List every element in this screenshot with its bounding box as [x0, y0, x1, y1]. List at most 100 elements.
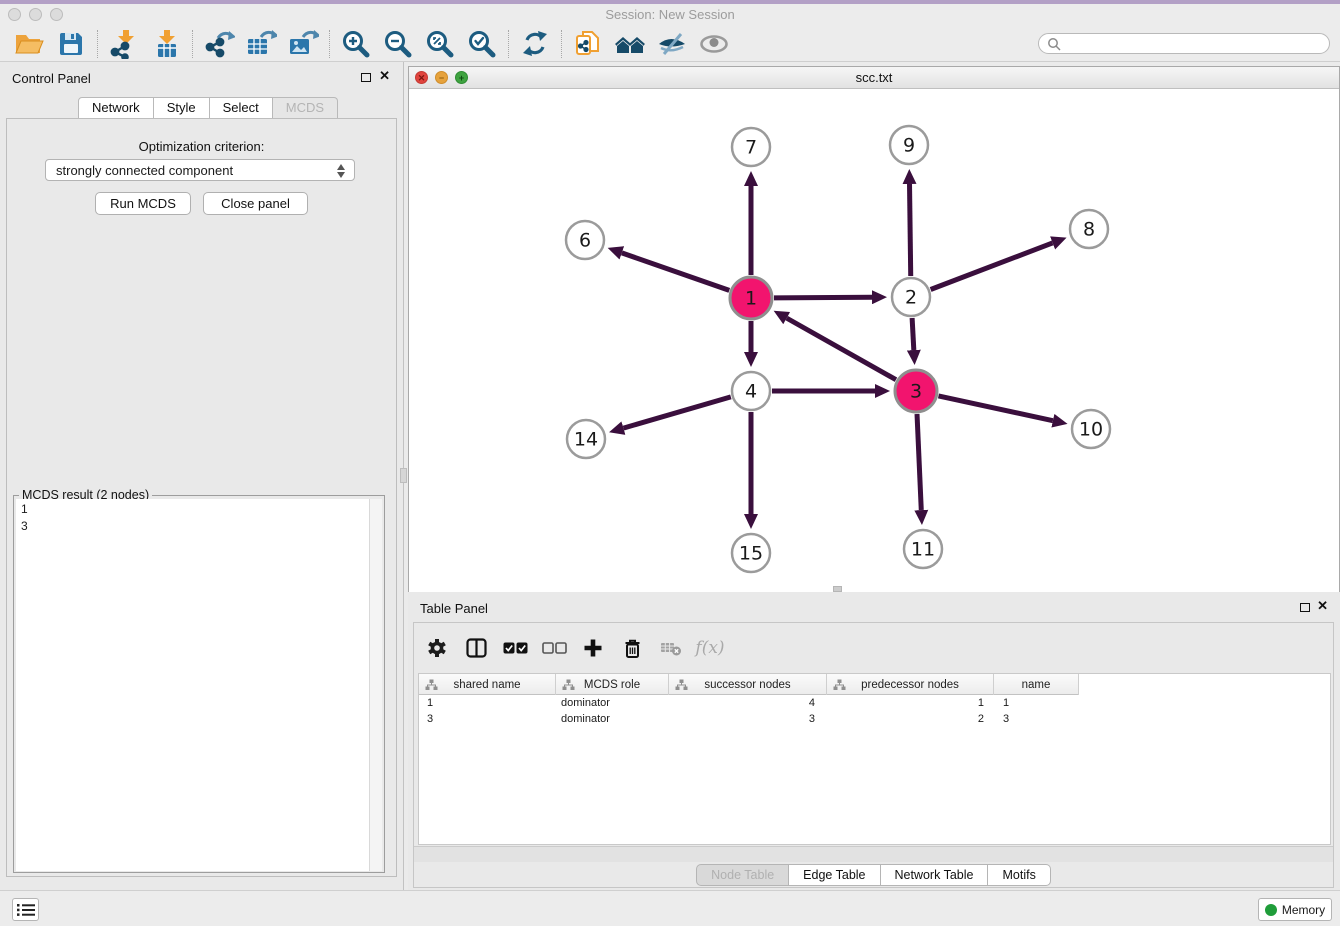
- table-row[interactable]: 1dominator411: [419, 695, 1330, 711]
- import-network-button[interactable]: [103, 28, 145, 60]
- graph-edge-2-3[interactable]: [912, 318, 914, 350]
- memory-label: Memory: [1282, 903, 1325, 917]
- criterion-value: strongly connected component: [56, 163, 233, 178]
- graph-edge-3-1[interactable]: [787, 318, 896, 380]
- zoom-window-button[interactable]: [50, 8, 63, 21]
- first-neighbors-button[interactable]: [609, 28, 651, 60]
- status-bar: Memory: [0, 890, 1340, 926]
- function-builder-button[interactable]: f(x): [699, 638, 721, 658]
- open-session-button[interactable]: [8, 28, 50, 60]
- zoom-fit-icon: [425, 29, 455, 59]
- column-settings-button[interactable]: [426, 638, 448, 658]
- zoom-out-button[interactable]: [377, 28, 419, 60]
- close-network-icon[interactable]: ✕: [415, 71, 428, 84]
- table-cell: 1: [827, 697, 994, 709]
- table-panel-header: Table Panel ✕: [408, 592, 1340, 622]
- delete-row-button[interactable]: [621, 638, 643, 659]
- column-header-predecessor-nodes[interactable]: predecessor nodes: [827, 674, 994, 695]
- criterion-dropdown[interactable]: strongly connected component: [45, 159, 355, 181]
- select-all-button[interactable]: [504, 641, 526, 655]
- node-table: shared name MCDS role successor nodes pr…: [418, 673, 1331, 845]
- graph-node-label: 9: [903, 135, 915, 157]
- network-window-controls[interactable]: ✕ − +: [415, 71, 468, 84]
- deselect-all-button[interactable]: [543, 641, 565, 655]
- tab-network[interactable]: Network: [78, 97, 154, 119]
- tree-icon: [675, 679, 688, 691]
- graph-edge-4-14[interactable]: [623, 397, 730, 428]
- tab-edge-table[interactable]: Edge Table: [789, 864, 880, 886]
- mcds-panel: Optimization criterion: strongly connect…: [6, 118, 397, 877]
- close-window-button[interactable]: [8, 8, 21, 21]
- tab-motifs[interactable]: Motifs: [988, 864, 1050, 886]
- fx-icon: f(x): [695, 638, 724, 658]
- show-all-button[interactable]: [693, 28, 735, 60]
- eye-icon: [699, 32, 729, 56]
- close-panel-button[interactable]: Close panel: [203, 192, 308, 215]
- table-horizontal-scrollbar[interactable]: [414, 846, 1333, 862]
- column-header-successor-nodes[interactable]: successor nodes: [669, 674, 827, 695]
- refresh-view-button[interactable]: [514, 28, 556, 60]
- tab-network-table[interactable]: Network Table: [881, 864, 989, 886]
- toolbar-separator: [508, 30, 509, 58]
- graph-edge-2-8[interactable]: [931, 243, 1053, 290]
- column-header-shared-name[interactable]: shared name: [419, 674, 556, 695]
- zoom-in-button[interactable]: [335, 28, 377, 60]
- graph-edge-1-6[interactable]: [622, 253, 729, 291]
- zoom-fit-button[interactable]: [419, 28, 461, 60]
- panel-splitter-handle[interactable]: [400, 468, 407, 483]
- graph-edge-3-10[interactable]: [938, 396, 1052, 421]
- split-columns-button[interactable]: [465, 638, 487, 658]
- tab-select[interactable]: Select: [210, 97, 273, 119]
- table-tabs: Node Table Edge Table Network Table Moti…: [414, 864, 1333, 886]
- tab-mcds[interactable]: MCDS: [273, 97, 338, 119]
- search-box[interactable]: [1038, 33, 1330, 54]
- result-line: 3: [21, 518, 371, 535]
- graph-edge-2-9[interactable]: [910, 184, 911, 276]
- graph-edge-1-2[interactable]: [774, 297, 872, 298]
- import-network-icon: [109, 29, 139, 59]
- export-image-button[interactable]: [282, 28, 324, 60]
- mcds-result-list[interactable]: 1 3: [16, 499, 371, 871]
- column-header-name[interactable]: name: [994, 674, 1079, 695]
- toolbar-separator: [97, 30, 98, 58]
- table-row[interactable]: 3dominator323: [419, 711, 1330, 727]
- tab-node-table[interactable]: Node Table: [696, 864, 789, 886]
- table-cell: 4: [669, 697, 827, 709]
- run-mcds-button[interactable]: Run MCDS: [95, 192, 191, 215]
- network-canvas[interactable]: 7968124314101511: [409, 89, 1339, 592]
- close-table-panel-icon[interactable]: ✕: [1317, 598, 1328, 614]
- graph-edge-3-11[interactable]: [917, 414, 921, 510]
- float-table-panel-icon[interactable]: [1300, 603, 1310, 612]
- window-controls[interactable]: [8, 8, 63, 21]
- column-label: shared name: [453, 679, 520, 691]
- hide-selected-button[interactable]: [651, 28, 693, 60]
- maximize-network-icon[interactable]: +: [455, 71, 468, 84]
- task-history-button[interactable]: [12, 898, 39, 921]
- import-table-button[interactable]: [145, 28, 187, 60]
- column-header-mcds-role[interactable]: MCDS role: [556, 674, 669, 695]
- tab-style[interactable]: Style: [154, 97, 210, 119]
- graph-node-label: 6: [579, 230, 591, 252]
- delete-table-button[interactable]: [660, 640, 682, 657]
- zoom-selected-button[interactable]: [461, 28, 503, 60]
- network-window-titlebar[interactable]: ✕ − + scc.txt: [409, 67, 1339, 89]
- close-panel-icon[interactable]: ✕: [379, 68, 390, 84]
- memory-button[interactable]: Memory: [1258, 898, 1332, 921]
- float-panel-icon[interactable]: [361, 73, 371, 82]
- control-panel-title: Control Panel: [12, 71, 91, 86]
- tree-icon: [562, 679, 575, 691]
- copy-view-button[interactable]: [567, 28, 609, 60]
- search-input[interactable]: [1061, 37, 1311, 51]
- save-session-button[interactable]: [50, 28, 92, 60]
- delete-table-icon: [660, 640, 682, 657]
- table-cell: 2: [827, 713, 994, 725]
- minimize-network-icon[interactable]: −: [435, 71, 448, 84]
- export-table-button[interactable]: [240, 28, 282, 60]
- export-network-button[interactable]: [198, 28, 240, 60]
- split-columns-icon: [466, 638, 487, 658]
- result-scrollbar[interactable]: [369, 499, 382, 871]
- plus-icon: [583, 638, 603, 658]
- minimize-window-button[interactable]: [29, 8, 42, 21]
- houses-icon: [614, 30, 646, 58]
- add-row-button[interactable]: [582, 638, 604, 658]
